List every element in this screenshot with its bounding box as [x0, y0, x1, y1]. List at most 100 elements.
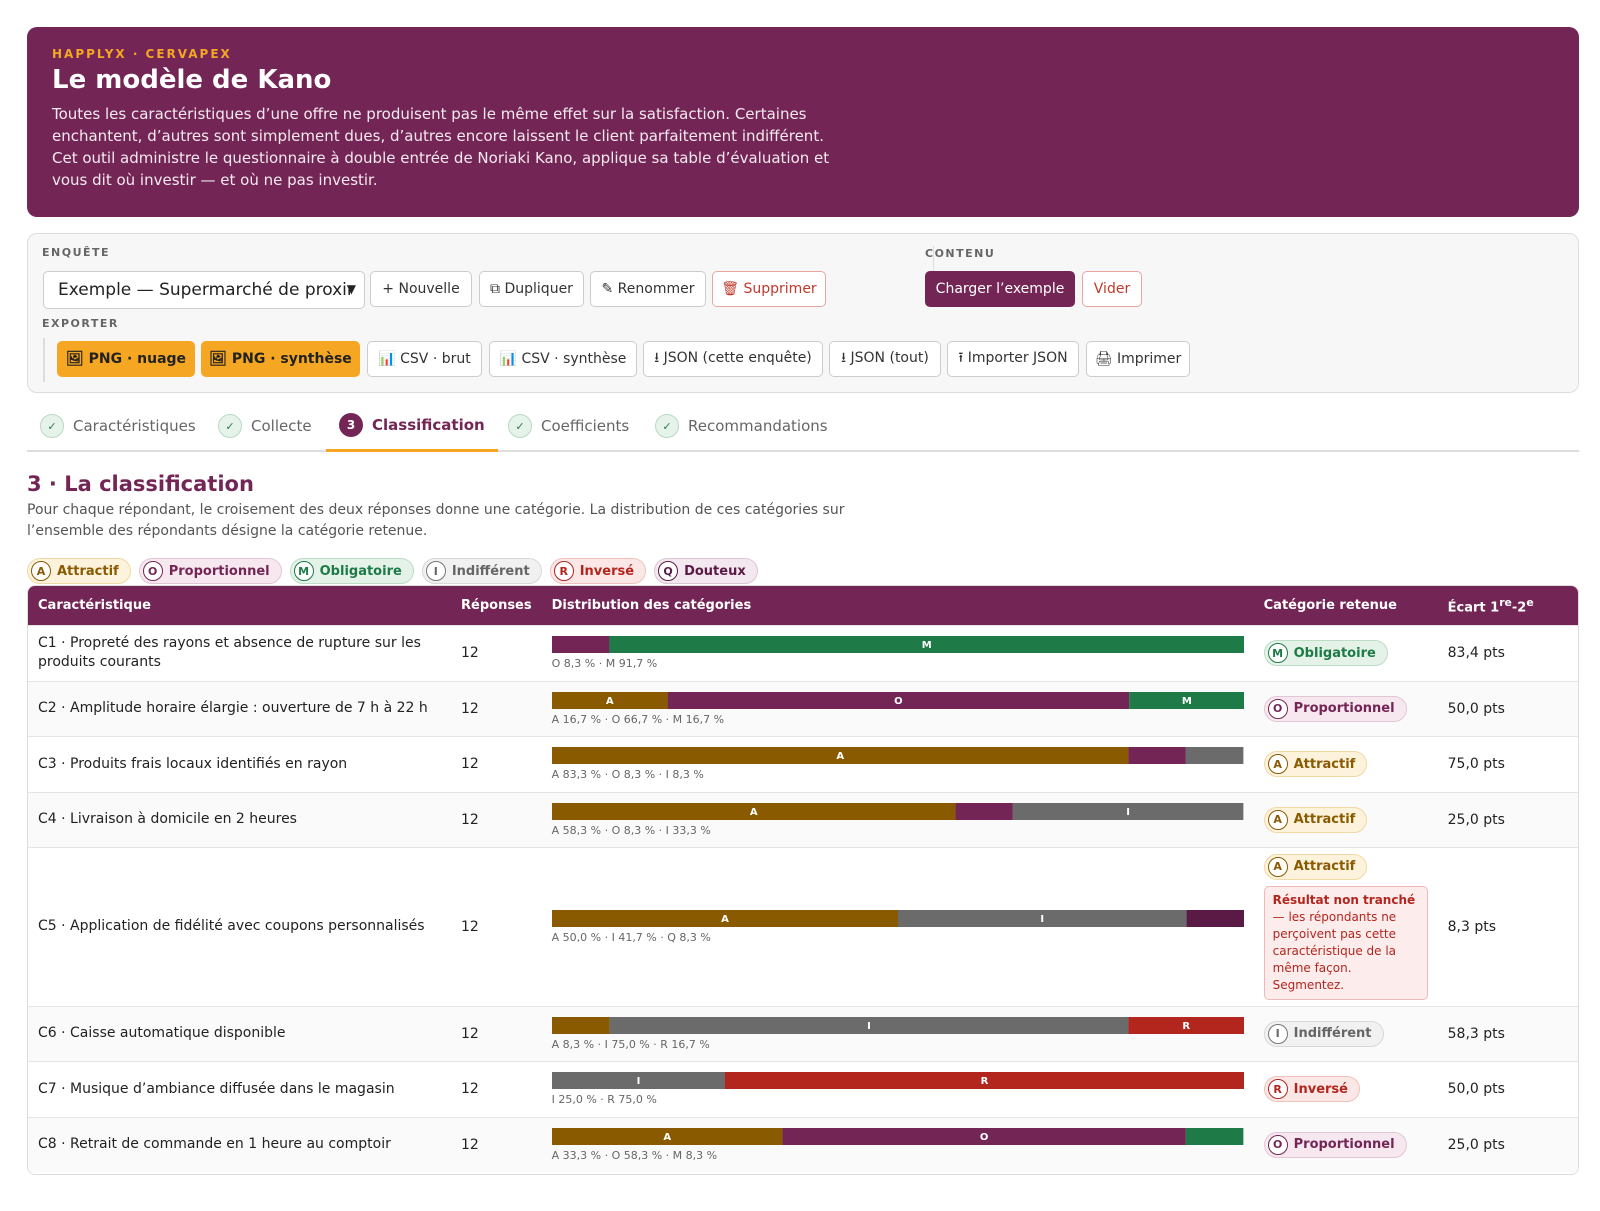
- distribution-caption: O 8,3 % · M 91,7 %: [551, 657, 658, 670]
- table-row: C2 · Amplitude horaire élargie : ouvertu…: [28, 680, 1578, 736]
- bar-segment-label: I: [867, 1021, 871, 1032]
- distribution-svg: M: [551, 636, 1244, 653]
- row-category: M Obligatoire: [1253, 624, 1438, 681]
- bar-segment-M: [1185, 1127, 1243, 1145]
- row-distribution: A O M A 16,7 % · O 66,7 % · M 16,7 %: [541, 680, 1254, 736]
- row-distribution: AOA 33,3 % · O 58,3 % · M 8,3 %: [541, 1116, 1254, 1172]
- table-row: C7 · Musique d’ambiance diffusée dans le…: [28, 1060, 1578, 1117]
- load-example-button[interactable]: Charger l’exemple: [925, 271, 1075, 307]
- row-category: O Proportionnel: [1253, 680, 1438, 736]
- chevron-down-icon: ▼: [346, 282, 356, 296]
- row-responses: 12: [451, 1060, 542, 1117]
- row-name: C3 · Produits frais locaux identifiés en…: [28, 735, 451, 792]
- row-category: A Attractif: [1253, 735, 1438, 792]
- bar-segment-label: I: [636, 1076, 640, 1087]
- rename-button[interactable]: ✎ Renommer: [590, 271, 706, 307]
- export-accent-bar: [43, 338, 45, 382]
- distribution-svg: AI: [551, 802, 1243, 820]
- distribution-svg: IR: [551, 1016, 1244, 1034]
- bar-segment-O: [955, 802, 1013, 820]
- clear-button[interactable]: Vider: [1082, 271, 1142, 307]
- table-row: C6 · Caisse automatique disponible 12 I R A …: [28, 1005, 1578, 1061]
- bar-segment-label: A: [749, 807, 757, 818]
- export-png-summary-button[interactable]: 🖼 PNG · synthèse: [201, 341, 360, 377]
- row-gap: 25,0 pts: [1437, 1116, 1578, 1172]
- bar-segment-label: A: [721, 914, 729, 925]
- distribution-svg: AO: [551, 1127, 1243, 1145]
- content-section-label: CONTENU: [925, 247, 996, 260]
- bar-segment-label: A: [606, 696, 614, 707]
- row-responses: 12: [451, 1116, 542, 1172]
- bar-segment-label: I: [1040, 914, 1044, 925]
- row-category: A Attractif: [1253, 791, 1438, 847]
- distribution-svg: AOM: [551, 691, 1244, 709]
- legend-proportionnel: O Proportionnel: [138, 558, 282, 584]
- export-csv-raw-button[interactable]: 📊 CSV · brut: [367, 341, 482, 377]
- bar-segment-Q: [1186, 909, 1244, 927]
- bar-segment-O: [551, 636, 610, 653]
- header-ecart: Écart 1re-2e: [1447, 595, 1534, 615]
- bar-segment-label: M: [1182, 696, 1192, 707]
- survey-select-value: Exemple — Supermarché de proxir: [58, 280, 354, 300]
- import-json-button[interactable]: ⭱ Importer JSON: [947, 341, 1079, 377]
- row-responses: 12: [451, 680, 542, 736]
- tab-coefficients[interactable]: ✓ Coefficients: [508, 400, 629, 452]
- export-csv-summary-button[interactable]: 📊 CSV · synthèse: [489, 341, 637, 377]
- duplicate-button[interactable]: ⧉ Dupliquer: [479, 271, 584, 307]
- row-responses: 12: [451, 735, 542, 792]
- hero-banner: HAPPLYX · CERVAPEX Le modèle de Kano Tou…: [27, 27, 1579, 217]
- tab-classification[interactable]: 3 Classification: [326, 400, 498, 452]
- row-name: C8 · Retrait de commande en 1 heure au c…: [28, 1116, 451, 1172]
- tab-caracteristiques[interactable]: ✓ Caractéristiques: [40, 400, 196, 452]
- survey-select[interactable]: Exemple — Supermarché de proxir ▼: [43, 271, 365, 309]
- check-icon: ✓: [655, 414, 679, 438]
- tab-label: Classification: [372, 415, 485, 434]
- bar-segment-label: M: [921, 640, 931, 651]
- tab-collecte[interactable]: ✓ Collecte: [218, 400, 312, 452]
- table-row: C5 · Application de fidélité avec coupon…: [28, 846, 1578, 1006]
- toolbar-panel: ENQUÊTE Exemple — Supermarché de proxir …: [27, 233, 1579, 393]
- table-row: C8 · Retrait de commande en 1 heure au c…: [28, 1116, 1578, 1172]
- legend-inverse: R Inversé: [549, 558, 647, 584]
- bar-segment-label: R: [1182, 1021, 1190, 1032]
- page-title: Le modèle de Kano: [52, 65, 332, 95]
- distribution-caption: A 16,7 % · O 66,7 % · M 16,7 %: [551, 712, 725, 726]
- table-header-row: Caractéristique Réponses Distribution de…: [28, 586, 1578, 625]
- export-section-label: EXPORTER: [42, 317, 119, 330]
- row-gap: 50,0 pts: [1437, 1060, 1578, 1117]
- row-name: C5 · Application de fidélité avec coupon…: [28, 846, 451, 1006]
- header-categorie: Catégorie retenue: [1263, 597, 1398, 613]
- distribution-svg: IR: [551, 1072, 1244, 1089]
- row-distribution: IRA 8,3 % · I 75,0 % · R 16,7 %: [541, 1005, 1254, 1061]
- distribution-bar: M: [551, 636, 1244, 653]
- table-row: C1 · Propreté des rayons et absence de r…: [28, 624, 1578, 681]
- distribution-bar: AI: [551, 802, 1244, 820]
- row-name: C4 · Livraison à domicile en 2 heures: [28, 791, 451, 847]
- row-responses: 12: [451, 624, 542, 681]
- legend-obligatoire: M Obligatoire: [289, 558, 414, 584]
- tab-recommandations[interactable]: ✓ Recommandations: [655, 400, 828, 452]
- distribution-caption: A 8,3 % · I 75,0 % · R 16,7 %: [551, 1037, 710, 1051]
- row-category: I Indifférent: [1253, 1005, 1438, 1061]
- category-badge: R Inversé: [1263, 1076, 1360, 1102]
- distribution-svg: AI: [551, 909, 1244, 927]
- row-responses: 12: [451, 1005, 542, 1061]
- export-png-cloud-button[interactable]: 🖼 PNG · nuage: [57, 341, 195, 377]
- row-category: A Attractif Résultat non tranché — les rép…: [1253, 846, 1438, 1006]
- delete-button[interactable]: 🗑 Supprimer: [712, 271, 826, 307]
- table-row: C4 · Livraison à domicile en 2 heures 12 A…: [28, 791, 1578, 847]
- check-icon: ✓: [218, 414, 242, 438]
- row-distribution: AIA 58,3 % · O 8,3 % · I 33,3 %: [541, 791, 1254, 847]
- brand-label: HAPPLYX · CERVAPEX: [52, 47, 232, 61]
- row-distribution: IRI 25,0 % · R 75,0 %: [541, 1060, 1254, 1117]
- print-button[interactable]: 🖨 Imprimer: [1086, 341, 1190, 377]
- header-reponses: Réponses: [461, 597, 532, 613]
- bar-segment-label: I: [1126, 807, 1130, 818]
- header-distribution: Distribution des catégories: [551, 597, 752, 613]
- export-json-survey-button[interactable]: ⭳ JSON (cette enquête): [643, 341, 823, 377]
- legend-indifferent: I Indifférent: [421, 558, 542, 584]
- export-json-all-button[interactable]: ⭳ JSON (tout): [829, 341, 941, 377]
- step-tabs: ✓ Caractéristiques ✓ Collecte 3 Classifi…: [27, 400, 1579, 452]
- distribution-bar: AO: [551, 1127, 1244, 1145]
- new-survey-button[interactable]: + Nouvelle: [370, 271, 472, 307]
